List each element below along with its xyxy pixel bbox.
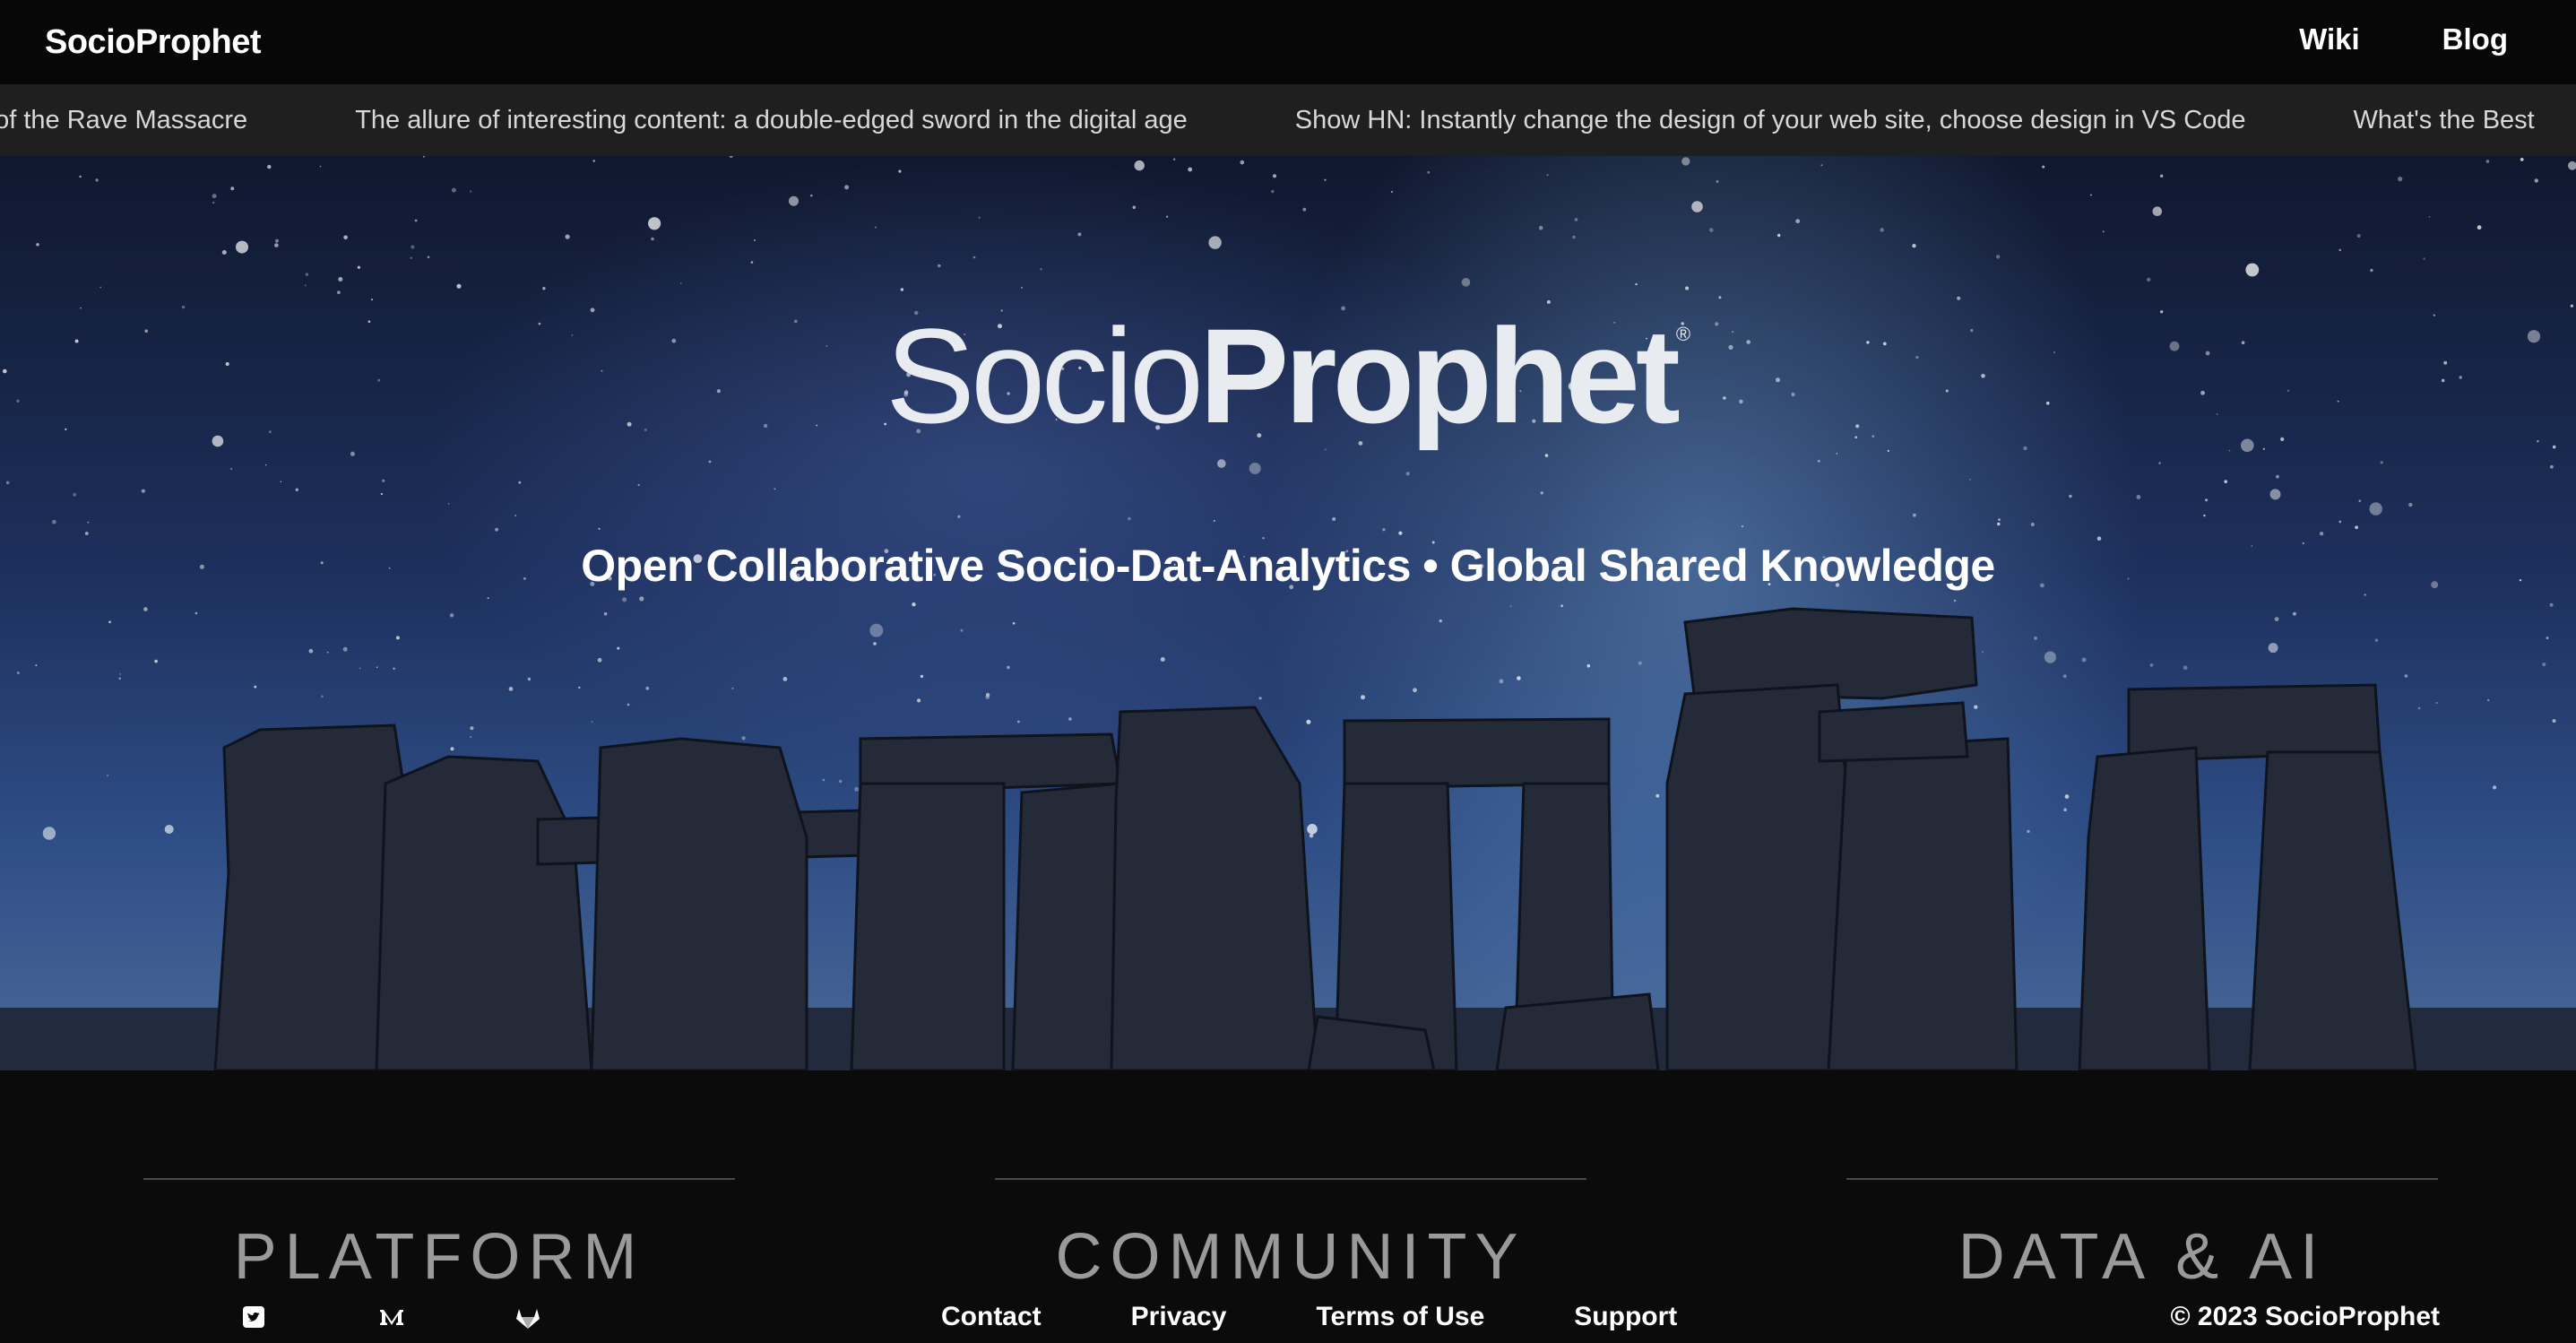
hero-logo-light: Socio (885, 300, 1204, 451)
footer-link-support[interactable]: Support (1574, 1302, 1677, 1332)
section-divider (143, 1178, 735, 1180)
hero-logo: SocioProphet® (0, 308, 2576, 443)
footer-links: Contact Privacy Terms of Use Support (941, 1302, 1767, 1332)
news-ticker: t of the Rave Massacre The allure of int… (0, 84, 2576, 156)
footer-link-contact[interactable]: Contact (941, 1302, 1042, 1332)
twitter-icon[interactable] (242, 1305, 269, 1330)
footer-section-data-ai: DATA & AI (1846, 1178, 2438, 1289)
copyright-text: © 2023 SocioProphet (2170, 1302, 2440, 1331)
hero-logo-bold: Prophet (1199, 300, 1681, 451)
section-heading: DATA & AI (1958, 1221, 2327, 1293)
section-divider (1846, 1178, 2438, 1180)
ticker-item[interactable]: t of the Rave Massacre (0, 84, 247, 156)
nav-link-blog[interactable]: Blog (2442, 0, 2508, 84)
top-navbar: SocioProphet Wiki Blog (0, 0, 2576, 84)
brand-link[interactable]: SocioProphet (45, 0, 262, 84)
section-divider (995, 1178, 1586, 1180)
gitlab-icon[interactable] (514, 1305, 541, 1330)
ticker-item[interactable]: Show HN: Instantly change the design of … (1295, 84, 2246, 156)
footer-section-community: COMMUNITY (995, 1178, 1586, 1289)
hero-tagline: Open Collaborative Socio-Dat-Analytics •… (581, 541, 1995, 591)
ticker-item[interactable]: What's the Best (2354, 84, 2535, 156)
section-heading: PLATFORM (233, 1221, 645, 1293)
ticker-item[interactable]: The allure of interesting content: a dou… (355, 84, 1188, 156)
nav-link-wiki[interactable]: Wiki (2299, 0, 2360, 84)
ticker-track: t of the Rave Massacre The allure of int… (0, 84, 2576, 156)
medium-icon[interactable] (378, 1305, 405, 1330)
footer-link-privacy[interactable]: Privacy (1131, 1302, 1227, 1332)
footer-section-platform: PLATFORM (143, 1178, 735, 1289)
social-links (242, 1305, 541, 1330)
footer-link-terms[interactable]: Terms of Use (1316, 1302, 1484, 1332)
nav-links: Wiki Blog (2299, 0, 2508, 84)
section-heading: COMMUNITY (1055, 1221, 1526, 1293)
hero-banner: SocioProphet® Open Collaborative Socio-D… (0, 156, 2576, 1070)
stonehenge-night-image (0, 156, 2576, 1070)
registered-mark: ® (1675, 323, 1691, 345)
